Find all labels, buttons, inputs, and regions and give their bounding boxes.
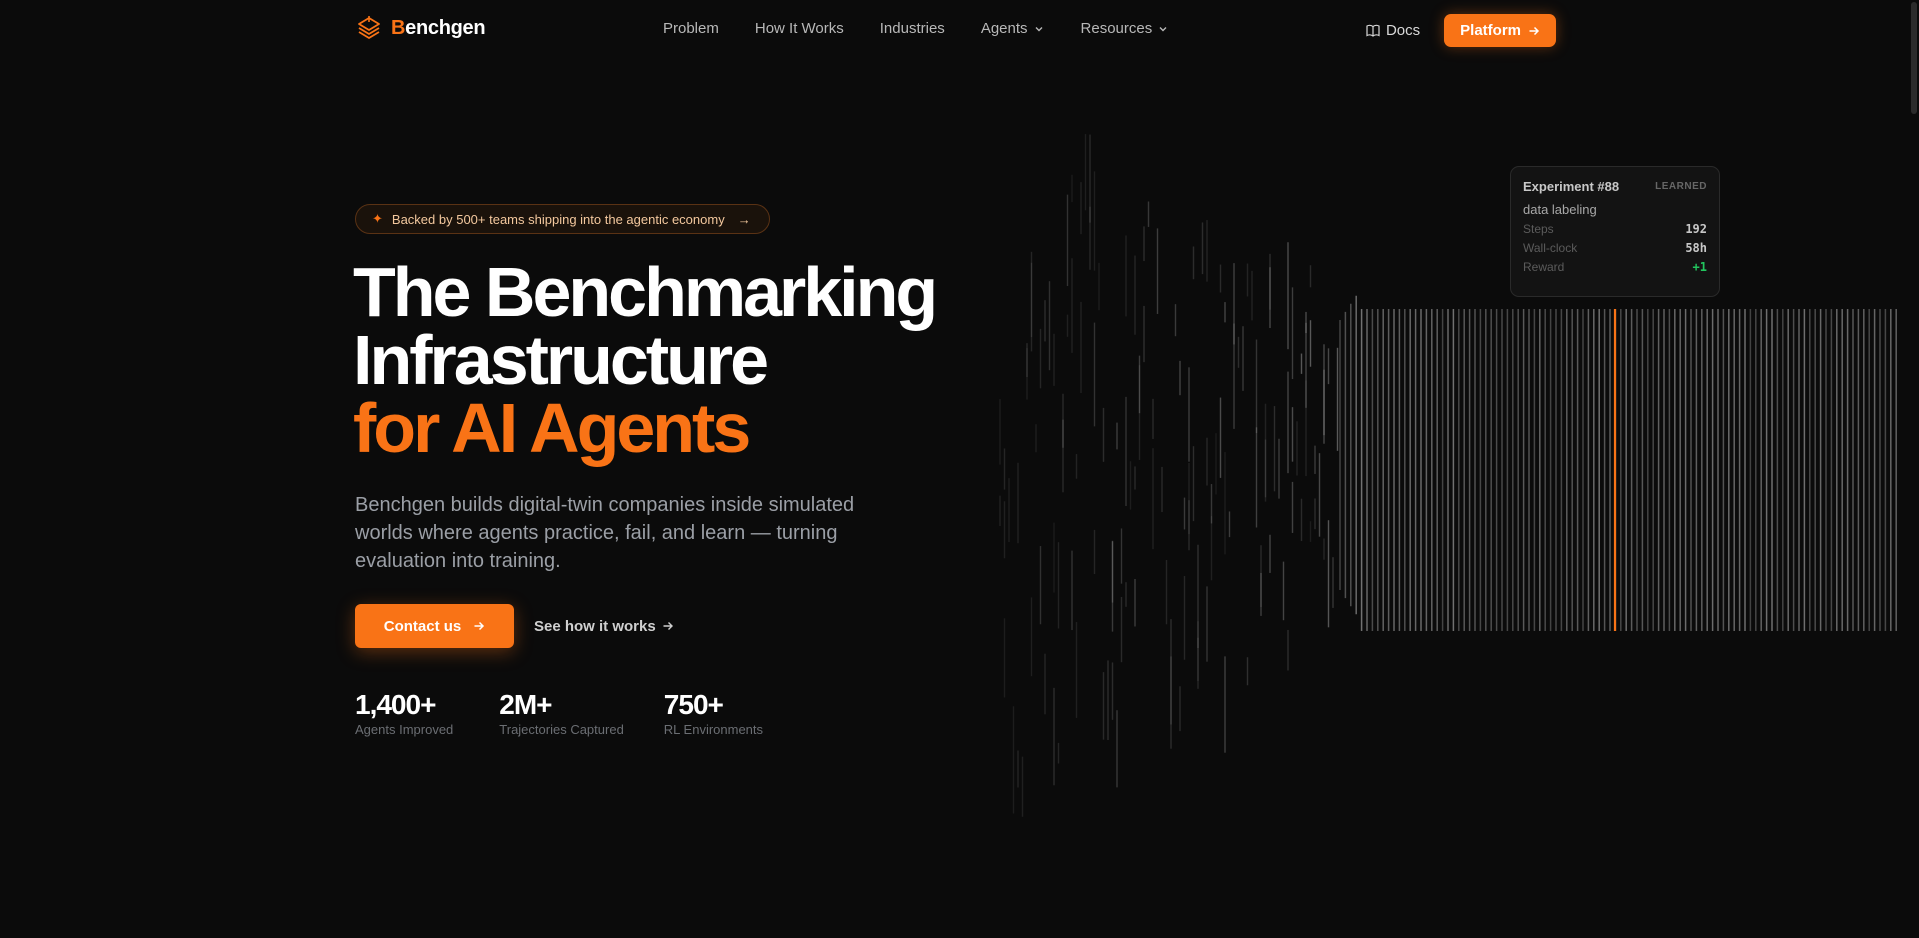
nav-link-resources[interactable]: Resources xyxy=(1081,20,1169,37)
hero-stats: 1,400+ Agents Improved 2M+ Trajectories … xyxy=(355,688,803,737)
nav-link-problem[interactable]: Problem xyxy=(663,20,719,37)
sparkle-icon: ✦ xyxy=(372,211,383,226)
hero-description: Benchgen builds digital-twin companies i… xyxy=(355,494,855,572)
experiment-card: Experiment #88 LEARNED data labeling Ste… xyxy=(1510,166,1720,297)
stat-value: 750+ xyxy=(663,689,724,720)
badge-text: Backed by 500+ teams shipping into the a… xyxy=(391,211,725,227)
nav-link-agents[interactable]: Agents xyxy=(981,20,1044,37)
experiment-row-steps: Steps 192 xyxy=(1523,222,1707,236)
experiment-title: Experiment #88 xyxy=(1523,179,1620,194)
arrow-right-icon: → xyxy=(737,211,751,227)
brand-logo[interactable]: Benchgen xyxy=(355,14,486,42)
hero-cta-group: Contact us See how it works xyxy=(355,604,674,648)
experiment-status-badge: LEARNED xyxy=(1655,181,1707,192)
hero-title-line-1: The Benchmarking xyxy=(353,253,938,331)
book-icon xyxy=(1366,24,1380,37)
nav-links: Problem How It Works Industries Agents R… xyxy=(663,20,1168,37)
hero-title-line-3: for AI Agents xyxy=(353,389,751,467)
arrow-right-icon xyxy=(474,621,485,631)
stat-rl-environments: 750+ RL Environments xyxy=(664,688,763,737)
arrow-right-icon xyxy=(663,622,673,630)
trajectory-visualization xyxy=(999,134,1897,817)
contact-us-button[interactable]: Contact us xyxy=(355,604,514,648)
docs-link[interactable]: Docs xyxy=(1366,22,1420,39)
page-scrollbar[interactable] xyxy=(1911,2,1917,114)
stat-value: 2M+ xyxy=(499,689,552,720)
arrow-right-icon xyxy=(1529,26,1540,35)
stat-label: RL Environments xyxy=(663,722,764,737)
see-how-it-works-link[interactable]: See how it works xyxy=(534,618,674,635)
experiment-row-reward: Reward +1 xyxy=(1523,260,1707,274)
hero-title-line-2: Infrastructure xyxy=(353,321,769,399)
experiment-row-wall-clock: Wall-clock 58h xyxy=(1523,241,1707,255)
stat-label: Agents Improved xyxy=(355,722,454,737)
experiment-task: data labeling xyxy=(1523,202,1597,217)
stat-value: 1,400+ xyxy=(355,689,436,720)
layers-logo-icon xyxy=(358,16,380,39)
backed-by-badge[interactable]: ✦ Backed by 500+ teams shipping into the… xyxy=(355,204,770,234)
stat-trajectories-captured: 2M+ Trajectories Captured xyxy=(499,688,624,737)
chevron-down-icon xyxy=(1159,26,1167,31)
brand-name: Benchgen xyxy=(391,16,486,39)
hero-title: The Benchmarking Infrastructure for AI A… xyxy=(353,253,938,467)
stat-agents-improved: 1,400+ Agents Improved xyxy=(355,688,453,737)
nav-link-how-it-works[interactable]: How It Works xyxy=(755,20,844,37)
chevron-down-icon xyxy=(1035,26,1043,31)
nav-link-industries[interactable]: Industries xyxy=(880,20,945,37)
stat-label: Trajectories Captured xyxy=(499,722,624,737)
